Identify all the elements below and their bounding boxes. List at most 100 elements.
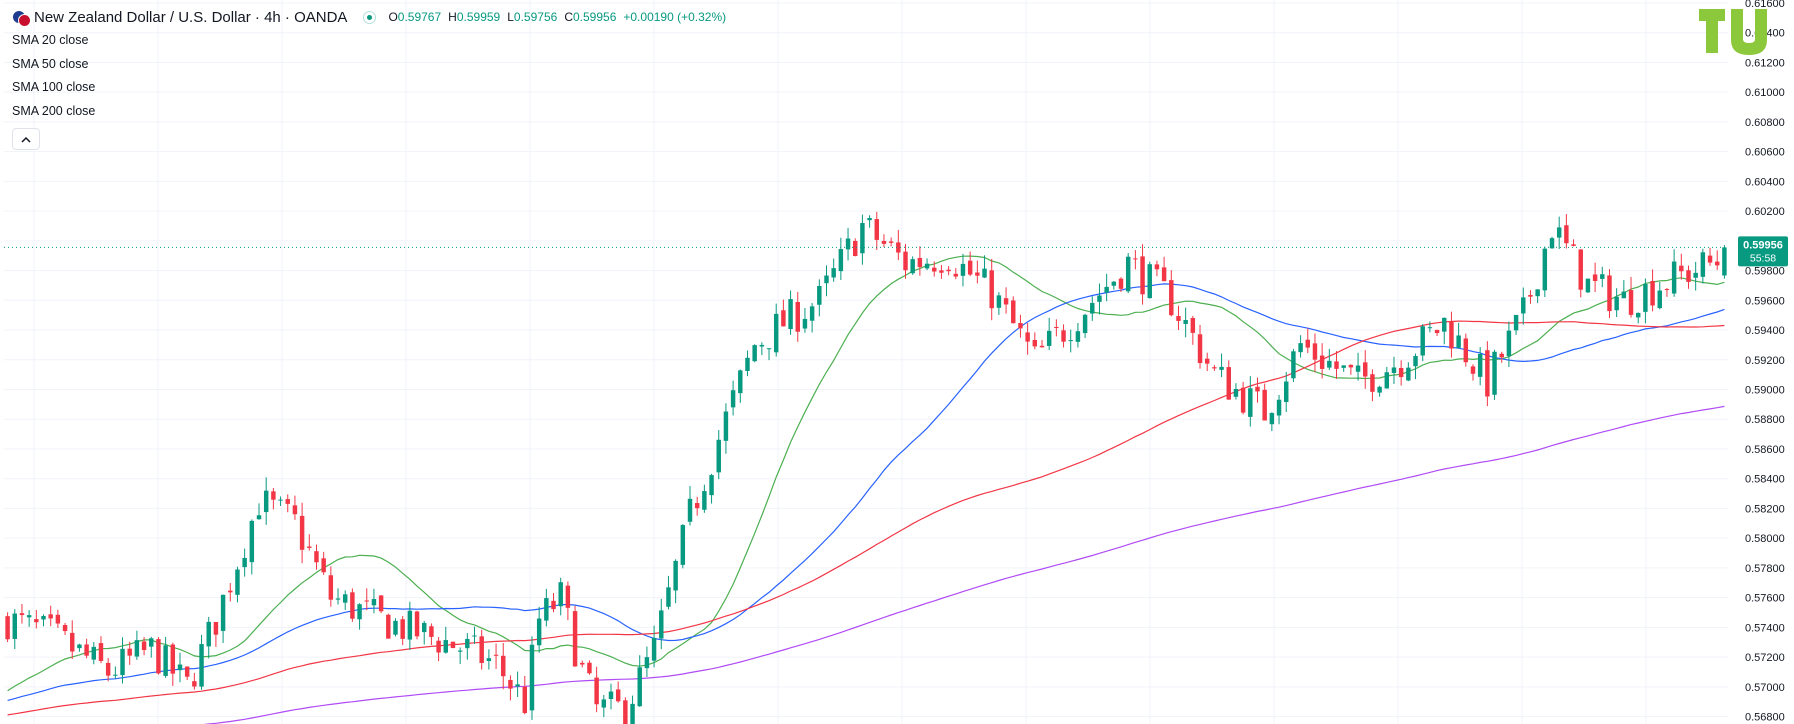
chevron-up-icon <box>21 136 31 143</box>
candle-body <box>1499 353 1504 358</box>
candle <box>1298 335 1303 358</box>
candle-body <box>1046 330 1052 346</box>
candle-body <box>314 551 319 563</box>
candle <box>120 637 125 684</box>
candle-body <box>335 598 341 600</box>
collapse-indicators-button[interactable] <box>12 128 40 150</box>
candle-body <box>881 240 887 244</box>
candle-body <box>1032 339 1038 347</box>
candle-body <box>91 646 97 660</box>
candle-body <box>1470 366 1476 374</box>
candle <box>910 256 915 275</box>
price-tick-label: 0.57400 <box>1745 622 1785 634</box>
candle <box>637 655 642 707</box>
candle-body <box>680 525 686 565</box>
candle <box>1283 371 1289 413</box>
price-tick-label: 0.57000 <box>1745 682 1785 694</box>
candle <box>623 697 628 724</box>
price-chart[interactable]: 0.56800 0.57000 0.57200 0.57400 0.57600 0.578… <box>0 0 1794 724</box>
candle <box>1592 262 1598 292</box>
candle <box>960 253 966 287</box>
sma-100-line <box>7 320 1725 716</box>
candle-body <box>400 619 405 639</box>
candlesticks <box>5 211 1727 724</box>
candle-body <box>501 655 506 677</box>
candle-body <box>1075 331 1081 342</box>
candle <box>386 613 391 639</box>
candle <box>307 534 312 551</box>
candle <box>1176 305 1181 330</box>
candle <box>479 629 484 670</box>
candle <box>946 266 951 276</box>
candle-body <box>1183 320 1188 324</box>
candle <box>206 616 211 659</box>
candle <box>1363 350 1368 389</box>
candle <box>1722 245 1727 279</box>
candle <box>1492 349 1497 400</box>
candle <box>967 251 973 277</box>
candle-body <box>421 622 427 633</box>
price-tick-label: 0.61000 <box>1745 87 1785 99</box>
candle <box>364 588 369 611</box>
candle-body <box>1111 281 1117 286</box>
indicator-sma200[interactable]: SMA 200 close <box>12 101 95 125</box>
candle-body <box>809 306 815 321</box>
candle-body <box>1212 367 1217 369</box>
candle <box>48 605 53 627</box>
candle-body <box>357 604 362 620</box>
price-axis[interactable]: 0.56800 0.57000 0.57200 0.57400 0.57600 0.578… <box>1728 0 1794 724</box>
candle-body <box>1327 360 1332 368</box>
candle-body <box>860 222 865 254</box>
candle <box>1657 281 1662 310</box>
candle <box>84 638 89 659</box>
candle <box>127 641 132 665</box>
close-value: 0.59956 <box>572 10 617 24</box>
candle <box>55 609 61 629</box>
candle-body <box>1722 247 1727 276</box>
candle <box>874 211 880 250</box>
candle-body <box>831 268 836 278</box>
candle-body <box>522 686 528 714</box>
candle <box>1535 289 1540 304</box>
candle-body <box>98 643 104 661</box>
candle-body <box>105 662 111 676</box>
candle <box>558 577 563 616</box>
candle-body <box>1090 302 1095 314</box>
candle <box>1528 290 1533 304</box>
candle <box>1671 249 1677 297</box>
candle-body <box>149 638 154 647</box>
candle-body <box>1456 335 1461 348</box>
candle <box>723 403 729 454</box>
candle-body <box>1341 365 1346 368</box>
candle-body <box>1240 387 1246 413</box>
candle <box>357 603 362 630</box>
candle <box>594 666 599 713</box>
candle-body <box>953 273 959 277</box>
candle <box>91 641 97 665</box>
candle <box>1341 365 1346 372</box>
candle-body <box>1427 327 1433 329</box>
price-tick-label: 0.60200 <box>1745 206 1785 218</box>
candle-body <box>299 515 305 550</box>
candle-body <box>407 610 413 640</box>
candle <box>1204 352 1210 372</box>
price-tick-label: 0.58600 <box>1745 444 1785 456</box>
symbol-title[interactable]: New Zealand Dollar / U.S. Dollar · 4h · … <box>34 9 347 26</box>
candle <box>12 609 18 650</box>
candle <box>1097 283 1102 315</box>
candle-body <box>235 569 240 595</box>
indicator-sma50[interactable]: SMA 50 close <box>12 54 95 78</box>
candle-body <box>436 640 441 653</box>
candle-body <box>817 286 822 305</box>
candle-body <box>996 295 1002 308</box>
indicator-sma100[interactable]: SMA 100 close <box>12 77 95 101</box>
market-status-icon[interactable] <box>363 10 377 24</box>
candle <box>1413 353 1418 380</box>
candle-body <box>1298 343 1303 353</box>
indicator-sma20[interactable]: SMA 20 close <box>12 30 95 54</box>
candle <box>1082 313 1088 339</box>
candle <box>759 342 765 356</box>
candle <box>34 609 39 629</box>
candle-body <box>975 272 980 276</box>
candle-body <box>1118 278 1124 289</box>
